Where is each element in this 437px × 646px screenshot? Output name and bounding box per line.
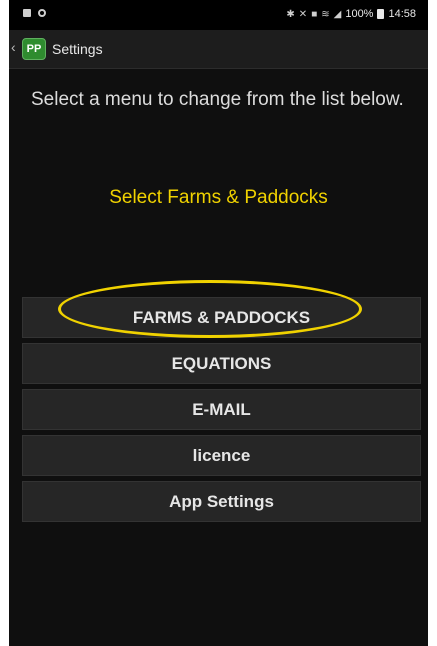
notification-square-icon [23,9,31,17]
battery-icon [377,9,385,19]
status-bar: ✱ ✕ ■ ≋ ◢ 100% 14:58 [9,0,428,30]
licence-button[interactable]: licence [22,435,421,476]
page-title: Settings [52,41,103,57]
equations-button[interactable]: EQUATIONS [22,343,421,384]
app-settings-button[interactable]: App Settings [22,481,421,522]
alarm-icon: ■ [311,8,318,20]
email-button[interactable]: E-MAIL [22,389,421,430]
status-bar-right: ✱ ✕ ■ ≋ ◢ 100% 14:58 [286,8,416,20]
battery-percent: 100% [345,8,374,20]
app-bar: ‹ PP Settings [9,30,428,69]
wifi-icon: ≋ [321,8,330,20]
status-bar-left [23,9,46,17]
signal-icon: ◢ [333,8,342,20]
settings-menu: FARMS & PADDOCKS EQUATIONS E-MAIL licenc… [22,297,421,527]
mute-icon: ✕ [298,8,308,20]
back-chevron-icon[interactable]: ‹ [11,39,16,55]
bluetooth-icon: ✱ [286,8,295,20]
app-logo[interactable]: PP [22,38,46,60]
notification-circle-icon [38,9,46,17]
main-content: Select a menu to change from the list be… [9,69,428,646]
clock: 14:58 [388,8,416,20]
phone-screen: ✱ ✕ ■ ≋ ◢ 100% 14:58 ‹ PP Settings Selec… [9,0,428,646]
annotation-text: Select Farms & Paddocks [109,187,328,208]
farms-paddocks-button[interactable]: FARMS & PADDOCKS [22,297,421,338]
instruction-text: Select a menu to change from the list be… [31,89,404,110]
